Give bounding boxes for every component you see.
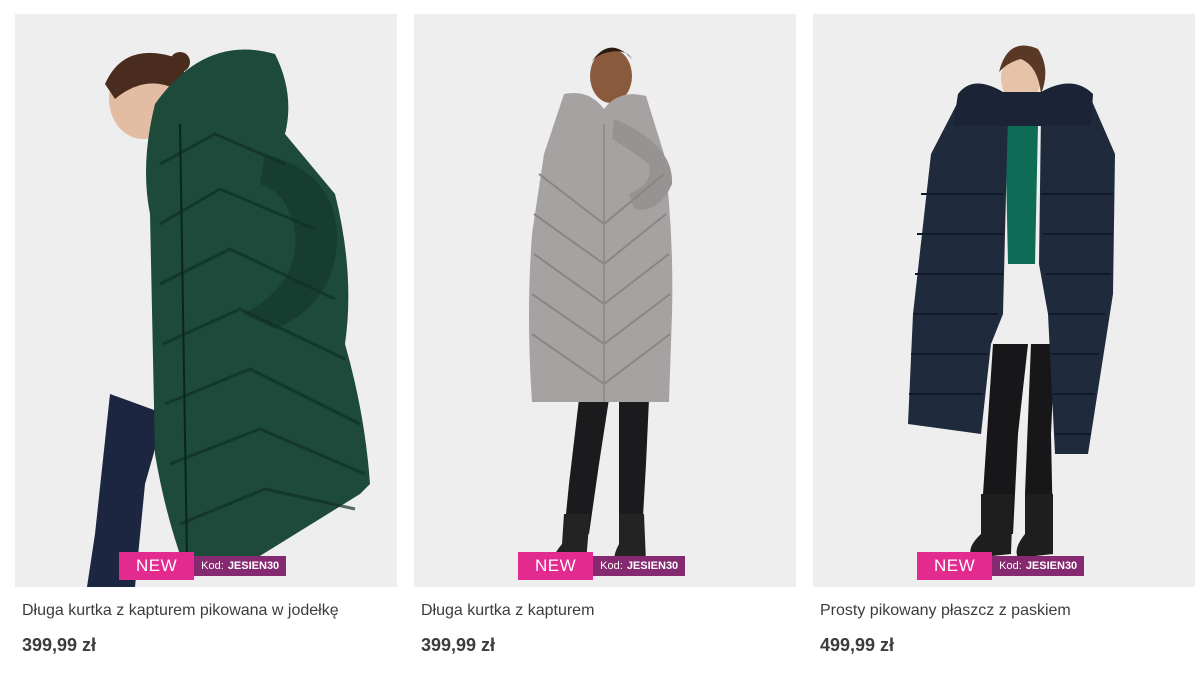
product-image[interactable]: NEW Kod: JESIEN30 bbox=[414, 14, 796, 587]
new-badge: NEW bbox=[917, 552, 993, 580]
product-image[interactable]: NEW Kod: JESIEN30 bbox=[15, 14, 397, 587]
model-photo-green-coat bbox=[15, 14, 397, 587]
product-card[interactable]: NEW Kod: JESIEN30 Długa kurtka z kapturem… bbox=[414, 14, 796, 656]
product-title[interactable]: Prosty pikowany płaszcz z paskiem bbox=[820, 601, 1195, 621]
product-price: 499,99 zł bbox=[820, 635, 895, 655]
promo-code-prefix: Kod: bbox=[600, 560, 623, 572]
promo-code-badge: Kod: JESIEN30 bbox=[194, 556, 287, 576]
product-price: 399,99 zł bbox=[421, 635, 496, 655]
promo-code: JESIEN30 bbox=[227, 560, 280, 572]
product-card[interactable]: NEW Kod: JESIEN30 Długa kurtka z kapturem… bbox=[15, 14, 397, 656]
promo-code-badge: Kod: JESIEN30 bbox=[992, 556, 1085, 576]
promo-code: JESIEN30 bbox=[1025, 560, 1078, 572]
product-grid: NEW Kod: JESIEN30 Długa kurtka z kapturem… bbox=[15, 14, 1195, 656]
promo-code-prefix: Kod: bbox=[999, 560, 1022, 572]
promo-badges: NEW Kod: JESIEN30 bbox=[917, 552, 1085, 580]
promo-badges: NEW Kod: JESIEN30 bbox=[518, 552, 686, 580]
promo-code-badge: Kod: JESIEN30 bbox=[593, 556, 686, 576]
new-badge: NEW bbox=[518, 552, 594, 580]
promo-code-prefix: Kod: bbox=[201, 560, 224, 572]
model-photo-navy-coat bbox=[813, 14, 1195, 587]
product-title[interactable]: Długa kurtka z kapturem bbox=[421, 601, 796, 621]
product-image[interactable]: NEW Kod: JESIEN30 bbox=[813, 14, 1195, 587]
product-card[interactable]: NEW Kod: JESIEN30 Prosty pikowany płaszcz… bbox=[813, 14, 1195, 656]
product-price: 399,99 zł bbox=[22, 635, 97, 655]
new-badge: NEW bbox=[119, 552, 195, 580]
promo-badges: NEW Kod: JESIEN30 bbox=[119, 552, 287, 580]
model-photo-grey-coat bbox=[414, 14, 796, 587]
promo-code: JESIEN30 bbox=[626, 560, 679, 572]
product-title[interactable]: Długa kurtka z kapturem pikowana w jodeł… bbox=[22, 601, 397, 621]
